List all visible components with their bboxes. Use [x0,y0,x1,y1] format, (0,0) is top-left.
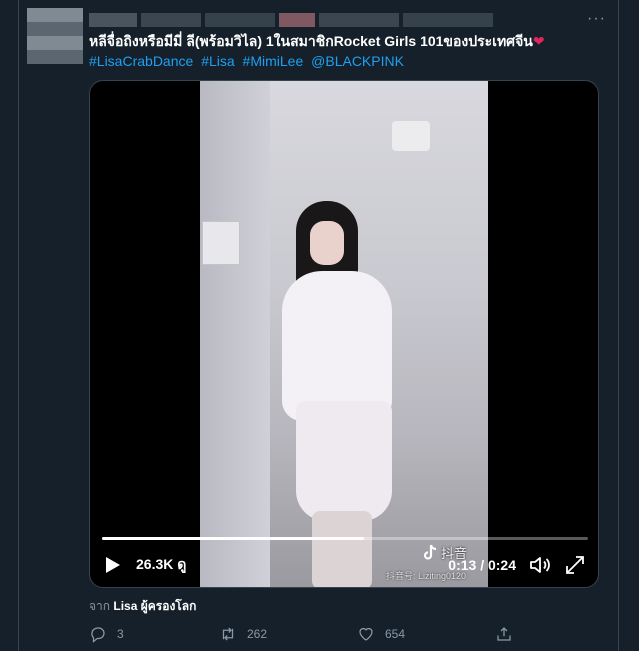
wall-camera [392,121,430,151]
like-icon [359,627,373,641]
more-icon[interactable]: ··· [587,10,606,28]
hashtag-link[interactable]: #MimiLee [243,53,304,69]
reply-icon [91,627,105,643]
author-line-blurred [89,12,559,28]
avatar[interactable] [27,8,83,64]
tweet-card[interactable]: ··· หลีจื่อถิงหรือมีมี่ ลี(พร้อมวิไล) 1ใ… [18,0,619,651]
video-time: 0:13 / 0:24 [448,557,516,573]
share-icon [497,627,511,641]
share-button[interactable] [495,625,513,643]
retweet-icon [222,627,234,641]
hashtag-link[interactable]: #LisaCrabDance [89,53,193,69]
retweet-count: 262 [247,627,268,641]
tweet-actions: 3 262 654 [89,624,549,644]
reply-button[interactable]: 3 [89,625,124,643]
wall-sign [202,221,240,265]
like-button[interactable]: 654 [357,625,405,643]
progress-fill [102,537,365,540]
mention-link[interactable]: @BLACKPINK [311,53,404,69]
source-name[interactable]: Lisa ผู้ครองโลก [113,599,196,613]
play-icon[interactable] [102,555,122,575]
retweet-button[interactable]: 262 [219,625,267,643]
like-count: 654 [385,627,406,641]
video-controls: 26.3K ดู 0:13 / 0:24 [90,543,598,587]
source-line: จาก Lisa ผู้ครองโลก [89,597,196,616]
source-prefix: จาก [89,599,111,613]
tweet-body: หลีจื่อถิงหรือมีมี่ ลี(พร้อมวิไล) 1ในสมา… [89,33,533,49]
progress-bar[interactable] [102,537,588,540]
fullscreen-icon[interactable] [564,554,586,576]
view-count: 26.3K ดู [136,556,187,572]
heart-emoji-icon: ❤ [532,33,545,49]
hashtags: #LisaCrabDance #Lisa #MimiLee @BLACKPINK [89,52,609,71]
video-player[interactable]: 抖音 抖音号: Liziting0120 26.3K ดู 0:13 / 0:2… [89,80,599,588]
hashtag-link[interactable]: #Lisa [201,53,234,69]
volume-icon[interactable] [528,553,552,577]
reply-count: 3 [117,627,124,641]
tweet-text: หลีจื่อถิงหรือมีมี่ ลี(พร้อมวิไล) 1ในสมา… [89,32,609,51]
video-frame: 抖音 抖音号: Liziting0120 [200,81,488,587]
